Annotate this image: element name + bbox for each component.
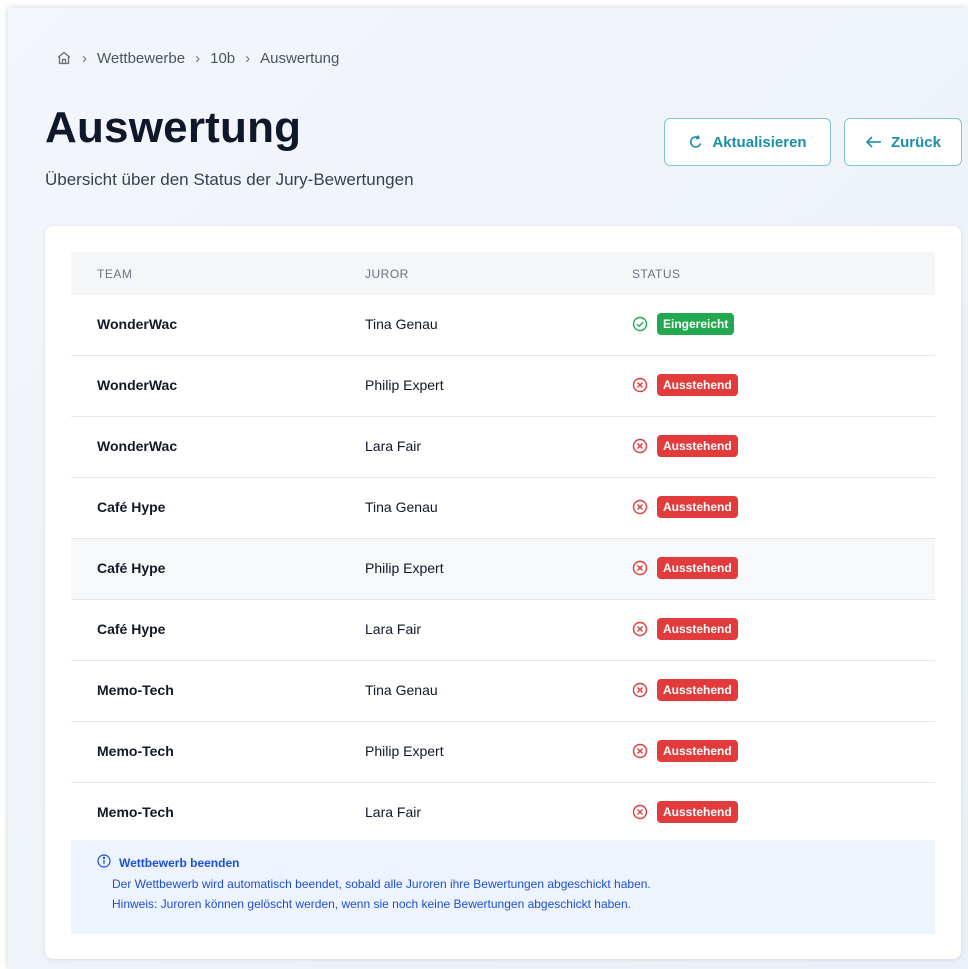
juror-name: Tina Genau: [365, 316, 438, 332]
refresh-button-label: Aktualisieren: [712, 133, 807, 151]
status-badge: Ausstehend: [657, 374, 738, 396]
table-row: Memo-Tech Tina Genau Ausstehend: [71, 661, 935, 722]
x-circle-icon: [632, 743, 648, 759]
juror-name: Lara Fair: [365, 804, 422, 820]
x-circle-icon: [632, 438, 648, 454]
evaluation-table: TEAM JUROR STATUS WonderWac Tina Genau E…: [71, 252, 935, 844]
status-cell: Ausstehend: [632, 496, 738, 518]
status-badge: Ausstehend: [657, 435, 738, 457]
status-badge: Ausstehend: [657, 679, 738, 701]
status-cell: Ausstehend: [632, 679, 738, 701]
refresh-button[interactable]: Aktualisieren: [664, 118, 831, 166]
x-circle-icon: [632, 377, 648, 393]
breadcrumb: › Wettbewerbe › 10b › Auswertung: [56, 48, 339, 68]
status-badge: Ausstehend: [657, 557, 738, 579]
notice-title: Wettbewerb beenden: [119, 855, 240, 870]
check-circle-icon: [632, 316, 648, 332]
table-row: WonderWac Tina Genau Eingereicht: [71, 295, 935, 356]
arrow-left-icon: [865, 135, 883, 149]
status-badge: Ausstehend: [657, 801, 738, 823]
juror-name: Philip Expert: [365, 743, 444, 759]
team-name: Memo-Tech: [97, 804, 174, 820]
info-icon: [97, 854, 111, 871]
table-row: Café Hype Tina Genau Ausstehend: [71, 478, 935, 539]
status-badge: Ausstehend: [657, 618, 738, 640]
team-name: Café Hype: [97, 560, 166, 576]
breadcrumb-item-10b[interactable]: 10b: [210, 50, 235, 67]
x-circle-icon: [632, 682, 648, 698]
team-name: Memo-Tech: [97, 682, 174, 698]
table-row: Café Hype Philip Expert Ausstehend: [71, 539, 935, 600]
team-name: WonderWac: [97, 377, 178, 393]
status-badge: Eingereicht: [657, 313, 735, 335]
team-name: WonderWac: [97, 316, 178, 332]
juror-name: Philip Expert: [365, 377, 444, 393]
column-header-team: TEAM: [97, 266, 133, 281]
page-subtitle: Übersicht über den Status der Jury-Bewer…: [45, 170, 414, 189]
notice-text-2: Hinweis: Juroren können gelöscht werden,…: [112, 897, 631, 911]
breadcrumb-item-auswertung: Auswertung: [260, 49, 340, 67]
team-name: Café Hype: [97, 499, 166, 515]
refresh-icon: [688, 134, 704, 150]
team-name: Memo-Tech: [97, 743, 174, 759]
status-cell: Ausstehend: [632, 374, 738, 396]
status-cell: Ausstehend: [632, 740, 738, 762]
chevron-right-icon: ›: [82, 49, 87, 67]
status-badge: Ausstehend: [657, 496, 738, 518]
chevron-right-icon: ›: [245, 49, 251, 67]
table-row: Memo-Tech Lara Fair Ausstehend: [71, 783, 935, 844]
back-button[interactable]: Zurück: [844, 118, 962, 166]
x-circle-icon: [632, 499, 648, 515]
evaluation-card: TEAM JUROR STATUS WonderWac Tina Genau E…: [45, 226, 961, 959]
team-name: WonderWac: [97, 438, 178, 454]
table-row: Memo-Tech Philip Expert Ausstehend: [71, 722, 935, 783]
info-notice: Wettbewerb beenden Der Wettbewerb wird a…: [71, 840, 935, 934]
juror-name: Lara Fair: [365, 621, 422, 637]
home-icon[interactable]: [56, 50, 72, 66]
juror-name: Tina Genau: [365, 499, 438, 515]
team-name: Café Hype: [97, 621, 166, 637]
notice-header: Wettbewerb beenden: [97, 854, 935, 871]
juror-name: Lara Fair: [365, 438, 422, 454]
status-cell: Eingereicht: [632, 313, 735, 335]
table-row: WonderWac Lara Fair Ausstehend: [71, 417, 935, 478]
back-button-label: Zurück: [890, 133, 941, 151]
status-cell: Ausstehend: [632, 801, 738, 823]
juror-name: Philip Expert: [365, 560, 444, 576]
x-circle-icon: [632, 560, 648, 576]
table-row: Café Hype Lara Fair Ausstehend: [71, 600, 935, 661]
status-badge: Ausstehend: [657, 740, 738, 762]
page-title: Auswertung: [45, 103, 302, 152]
table-row: WonderWac Philip Expert Ausstehend: [71, 356, 935, 417]
status-cell: Ausstehend: [632, 557, 738, 579]
chevron-right-icon: ›: [195, 49, 201, 67]
app-frame: › Wettbewerbe › 10b › Auswertung Auswert…: [8, 8, 968, 969]
column-header-status: STATUS: [632, 266, 681, 281]
juror-name: Tina Genau: [365, 682, 438, 698]
status-cell: Ausstehend: [632, 435, 738, 457]
status-cell: Ausstehend: [632, 618, 738, 640]
table-header: TEAM JUROR STATUS: [71, 252, 935, 295]
x-circle-icon: [632, 621, 648, 637]
x-circle-icon: [632, 804, 648, 820]
column-header-juror: JUROR: [365, 266, 409, 281]
notice-text-1: Der Wettbewerb wird automatisch beendet,…: [112, 877, 651, 891]
breadcrumb-item-wettbewerbe[interactable]: Wettbewerbe: [97, 50, 185, 67]
